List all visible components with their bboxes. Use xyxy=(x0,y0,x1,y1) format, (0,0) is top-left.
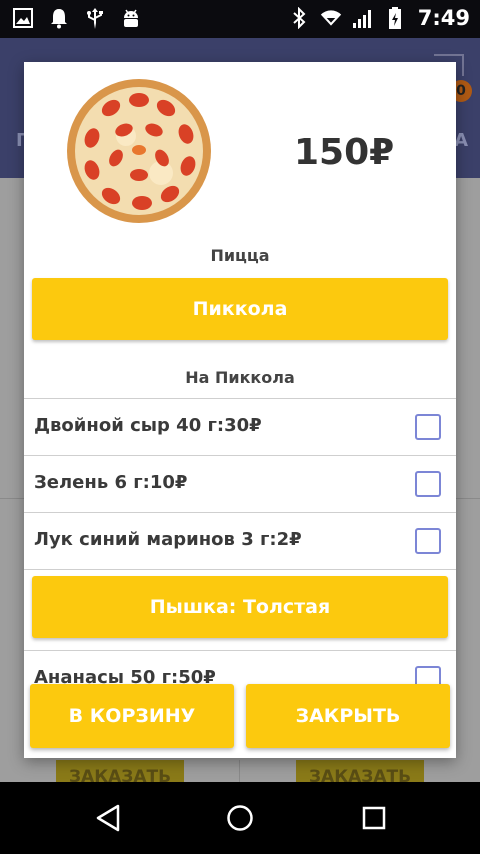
category-label: Пицца xyxy=(210,246,270,265)
topping-label: Лук синий маринов 3 г:2₽ xyxy=(34,529,302,550)
android-icon xyxy=(120,6,142,30)
home-icon[interactable] xyxy=(220,800,260,836)
topping-label: Зелень 6 г:10₽ xyxy=(34,472,188,493)
toppings-heading: На Пиккола xyxy=(185,368,295,387)
recents-icon[interactable] xyxy=(354,800,394,836)
signal-icon xyxy=(352,6,374,30)
topping-checkbox[interactable] xyxy=(415,471,441,497)
usb-icon xyxy=(84,6,106,30)
back-icon[interactable] xyxy=(88,800,128,836)
topping-row[interactable]: Лук синий маринов 3 г:2₽ xyxy=(24,513,456,569)
row-divider xyxy=(24,569,456,570)
wifi-icon xyxy=(320,6,342,30)
topping-row[interactable]: Двойной сыр 40 г:30₽ xyxy=(24,399,456,455)
order-button[interactable]: ЗАКАЗАТЬ xyxy=(56,760,184,782)
pizza-image xyxy=(66,78,212,224)
tab-right[interactable]: А xyxy=(454,130,468,151)
battery-icon xyxy=(384,6,406,30)
bluetooth-icon xyxy=(288,6,310,30)
navigation-bar xyxy=(0,782,480,854)
notification-bell-icon xyxy=(48,6,70,30)
gallery-icon xyxy=(12,6,34,30)
topping-checkbox[interactable] xyxy=(415,528,441,554)
topping-row[interactable]: Зелень 6 г:10₽ xyxy=(24,456,456,512)
order-button[interactable]: ЗАКАЗАТЬ xyxy=(296,760,424,782)
content-divider-vertical xyxy=(239,760,240,782)
product-select-button[interactable]: Пиккола xyxy=(32,278,448,340)
topping-checkbox[interactable] xyxy=(415,414,441,440)
status-time: 7:49 xyxy=(417,6,470,30)
add-to-cart-button[interactable]: В КОРЗИНУ xyxy=(30,684,234,748)
status-bar: 7:49 xyxy=(0,0,480,38)
product-dialog: 150₽ Пицца Пиккола На Пиккола Двойной сы… xyxy=(24,62,456,758)
topping-label: Двойной сыр 40 г:30₽ xyxy=(34,415,262,436)
close-button[interactable]: ЗАКРЫТЬ xyxy=(246,684,450,748)
product-price: 150₽ xyxy=(294,132,395,173)
crust-select-button[interactable]: Пышка: Толстая xyxy=(32,576,448,638)
